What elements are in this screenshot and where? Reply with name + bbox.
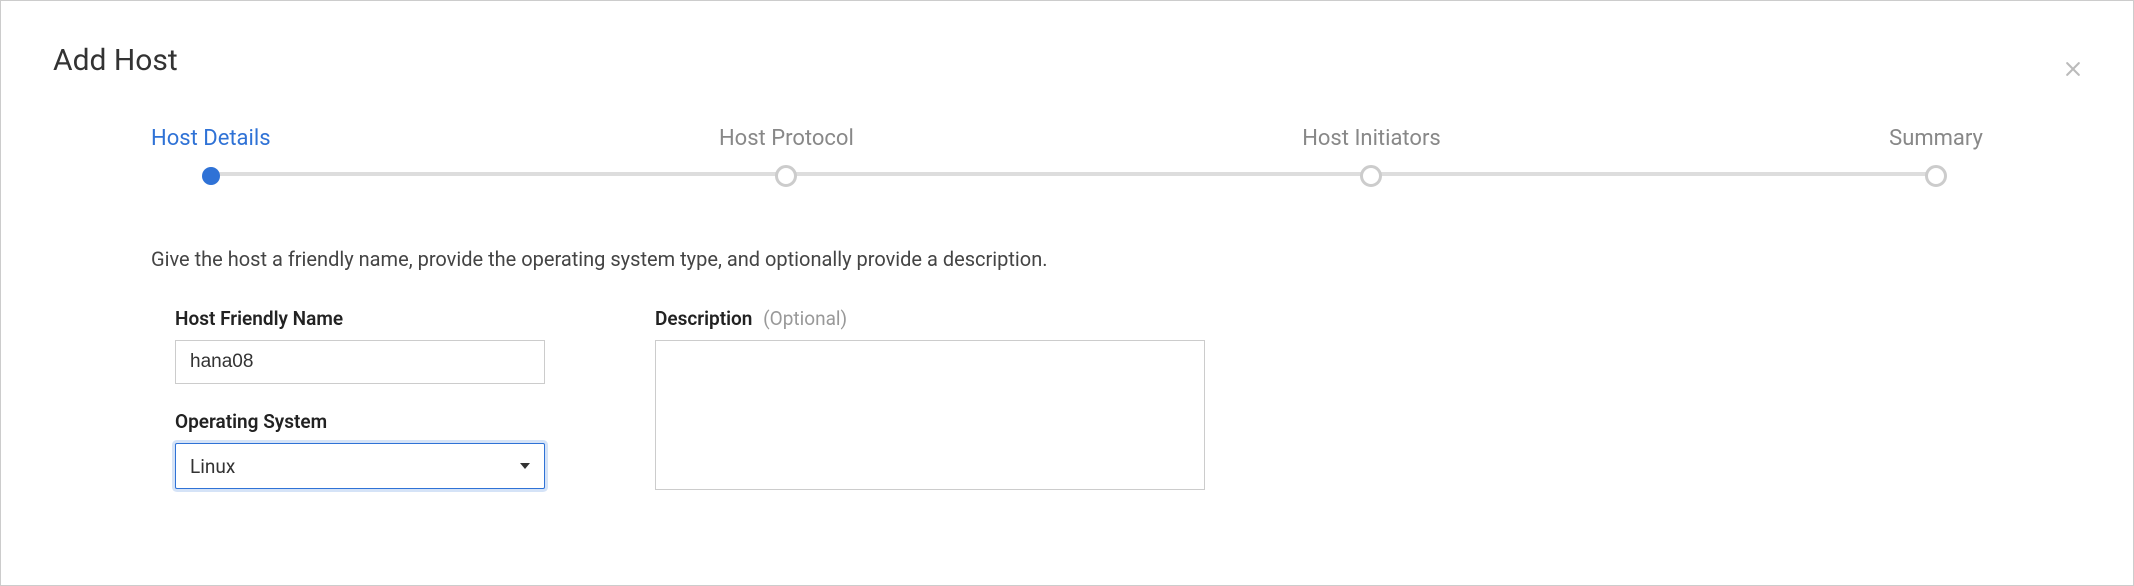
- step-host-initiators[interactable]: Host Initiators: [1302, 126, 1441, 187]
- modal-title: Add Host: [53, 43, 2081, 78]
- description-column: Description (Optional): [655, 307, 1205, 490]
- host-friendly-name-label: Host Friendly Name: [175, 307, 545, 330]
- step-label: Host Protocol: [719, 126, 854, 151]
- form-row: Host Friendly Name Operating System Linu…: [151, 307, 1983, 490]
- wizard-stepper: Host Details Host Protocol Host Initiato…: [151, 126, 1983, 187]
- step-label: Summary: [1889, 126, 1983, 151]
- step-label: Host Details: [151, 126, 271, 151]
- description-optional-text: (Optional): [763, 307, 847, 330]
- description-textarea[interactable]: [655, 340, 1205, 490]
- description-label: Description (Optional): [655, 307, 1205, 330]
- os-field-group: Operating System Linux: [175, 410, 545, 489]
- host-name-column: Host Friendly Name Operating System Linu…: [175, 307, 545, 490]
- stepper-container: Host Details Host Protocol Host Initiato…: [53, 126, 2081, 490]
- host-friendly-name-input[interactable]: [175, 340, 545, 384]
- caret-down-icon: [520, 463, 530, 469]
- step-dot-icon: [1925, 165, 1947, 187]
- close-icon: [2063, 59, 2083, 79]
- step-host-protocol[interactable]: Host Protocol: [719, 126, 854, 187]
- instruction-text: Give the host a friendly name, provide t…: [151, 247, 1983, 271]
- add-host-modal: Add Host Host Details Host Protocol Host…: [0, 0, 2134, 586]
- step-dot-icon: [202, 167, 220, 185]
- step-dot-icon: [775, 165, 797, 187]
- step-dot-icon: [1360, 165, 1382, 187]
- operating-system-value: Linux: [190, 455, 235, 478]
- operating-system-select[interactable]: Linux: [175, 443, 545, 489]
- operating-system-label: Operating System: [175, 410, 545, 433]
- description-label-text: Description: [655, 307, 752, 330]
- stepper-line: [207, 172, 1935, 176]
- step-label: Host Initiators: [1302, 126, 1441, 151]
- close-button[interactable]: [2061, 57, 2085, 81]
- step-summary[interactable]: Summary: [1889, 126, 1983, 187]
- step-host-details[interactable]: Host Details: [151, 126, 271, 187]
